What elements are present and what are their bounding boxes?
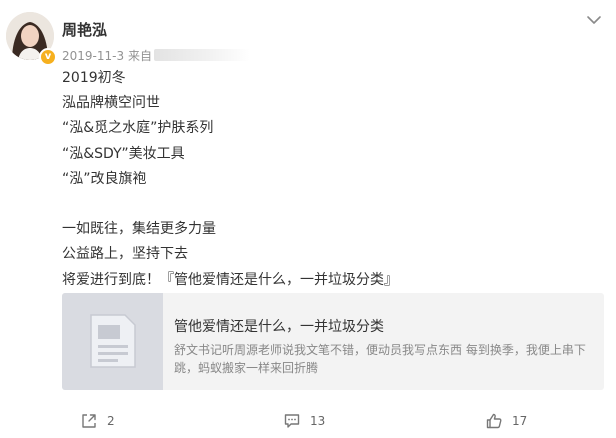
post-meta: 2019-11-3 来自 [62,47,250,64]
share-icon [82,414,96,428]
blurred-source [153,49,250,61]
content-line: 2019初冬 [62,70,126,86]
content-line: 一如既往，集结更多力量 [62,221,216,238]
thumbs-up-icon [486,413,502,429]
username[interactable]: 周艳泓 [62,19,107,40]
share-count: 2 [107,414,115,428]
like-count: 17 [512,414,528,428]
comment-count: 13 [310,414,326,428]
comment-button[interactable]: 13 [283,411,325,431]
article-description: 舒文书记听周源老师说我文笔不错，便动员我写点东西 每到换季，我便上串下跳，蚂蚁搬… [174,343,586,375]
article-card[interactable]: 管他爱情还是什么，一并垃圾分类 舒文书记听周源老师说我文笔不错，便动员我写点东西… [62,293,604,390]
share-button[interactable]: 2 [80,411,115,431]
article-thumbnail [62,293,163,390]
source-prefix: 来自 [127,49,152,63]
article-icon [90,314,136,368]
post-menu-button[interactable] [584,10,604,30]
post-source: 来自 [128,49,250,63]
verified-badge-icon: v [39,48,57,66]
content-line-blank [62,192,602,217]
content-line: “泓&SDY”美妆工具 [62,145,185,162]
post-date[interactable]: 2019-11-3 [62,49,124,63]
post-content: 2019初冬 泓品牌横空问世 “泓&觅之水庭”护肤系列 “泓&SDY”美妆工具 … [62,66,602,293]
content-line: “泓”改良旗袍 [62,170,147,187]
content-line: 公益路上，坚持下去 [62,246,188,263]
chevron-down-icon [587,16,601,24]
article-title[interactable]: 管他爱情还是什么，一并垃圾分类 [174,316,384,336]
content-line: 将爱进行到底！『管他爱情还是什么，一并垃圾分类』 [62,271,398,288]
like-button[interactable]: 17 [485,411,527,431]
content-line: 泓品牌横空问世 [62,95,160,112]
comment-icon [284,414,300,428]
content-line: “泓&觅之水庭”护肤系列 [62,120,214,137]
